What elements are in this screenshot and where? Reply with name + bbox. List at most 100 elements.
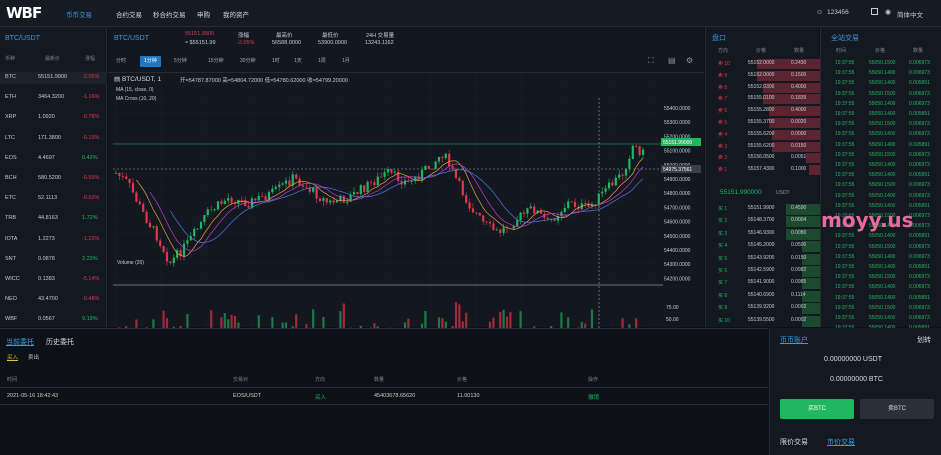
user-name[interactable]: 123456: [827, 9, 849, 16]
candle-body: [312, 187, 315, 192]
market-row[interactable]: ETC 52.1113 -0.92%: [0, 193, 107, 205]
interval-0[interactable]: 分时: [112, 56, 130, 67]
trade-price: 55050.1500: [869, 304, 896, 311]
market-row[interactable]: XRP 1.0920 -0.78%: [0, 112, 107, 124]
tab-current-orders[interactable]: 当前委托: [6, 337, 34, 347]
interval-5[interactable]: 1时: [268, 56, 284, 67]
market-row[interactable]: WBF 0.0567 9.19%: [0, 314, 107, 326]
interval-4[interactable]: 30分钟: [236, 56, 260, 67]
ask-row[interactable]: 卖 1 55157.4300 0.1000: [706, 165, 820, 176]
market-row[interactable]: NEO 43.4700 -0.48%: [0, 294, 107, 306]
ask-row[interactable]: 卖 9 55152.0000 0.1500: [706, 70, 820, 81]
market-coin: NEO: [5, 296, 17, 303]
ask-side: 卖 2: [718, 155, 728, 162]
bid-side: 买 3: [718, 230, 728, 237]
market-row[interactable]: WICC 0.1383 -5.14%: [0, 274, 107, 286]
candle-body: [247, 206, 250, 208]
tab-limit-trade[interactable]: 限价交易: [780, 437, 808, 447]
market-row[interactable]: SNT 0.0878 2.23%: [0, 254, 107, 266]
bid-row[interactable]: 买 1 55151.9900 0.4590: [706, 204, 820, 215]
trade-qty: 0.006973: [909, 162, 930, 168]
subtab-buy[interactable]: 买入: [7, 353, 18, 361]
logo[interactable]: WBF: [6, 4, 42, 22]
bid-row[interactable]: 买 4 55145.2000 0.0500: [706, 241, 820, 253]
ask-qty: 0.0150: [791, 142, 807, 149]
ask-side: 卖 1: [718, 167, 728, 174]
volume-bar: [257, 315, 260, 341]
ask-row[interactable]: 卖 6 55155.2800 0.4000: [706, 106, 820, 117]
interval-2[interactable]: 5分钟: [170, 56, 191, 67]
market-row[interactable]: LTC 171.3800 -0.19%: [0, 133, 107, 145]
subtab-sell[interactable]: 卖出: [28, 353, 39, 361]
ask-row[interactable]: 卖 2 55156.0500 0.0051: [706, 153, 820, 164]
account-panel: 币币账户 划转 0.00000000 USDT 0.00000000 BTC 买…: [769, 328, 941, 455]
tab-market-trade[interactable]: 市价交易: [827, 437, 855, 447]
candle-body: [352, 192, 356, 195]
tab-history-orders[interactable]: 历史委托: [46, 337, 74, 347]
ask-row[interactable]: 卖 7 55155.0100 0.1839: [706, 94, 820, 105]
trade-price: 55050.1500: [869, 151, 896, 158]
nav-assets[interactable]: 我的资产: [223, 9, 249, 19]
ask-row[interactable]: 卖 3 55155.6200 0.0150: [706, 141, 820, 152]
orders-panel: 当前委托 历史委托 买入 卖出 时间 交易对 方向 数量 价格 操作 2021-…: [0, 328, 768, 455]
interval-8[interactable]: 1月: [338, 56, 354, 67]
nav-contract[interactable]: 合约交易: [116, 9, 142, 19]
bid-row[interactable]: 买 9 55139.9200 0.0002: [706, 303, 820, 315]
ask-row[interactable]: 卖 8 55152.0300 0.4000: [706, 82, 820, 93]
gear-icon[interactable]: ⚙: [686, 56, 693, 65]
y-tick: 54500.0000: [664, 234, 691, 240]
market-change: -1.16%: [82, 94, 100, 101]
nav-second-contract[interactable]: 秒合约交易: [153, 9, 186, 19]
candle-body: [114, 172, 118, 174]
transfer-link[interactable]: 划转: [917, 335, 931, 345]
candlestick-chart[interactable]: 55400.000055300.000055200.000055100.0000…: [108, 73, 704, 353]
market-row[interactable]: TRB 44.8163 1.72%: [0, 213, 107, 225]
market-coin: WBF: [5, 316, 18, 323]
market-row[interactable]: IOTA 1.2273 -1.22%: [0, 234, 107, 246]
interval-6[interactable]: 1天: [290, 56, 306, 67]
market-price: 0.0878: [38, 255, 55, 262]
nav-subscribe[interactable]: 申购: [197, 9, 210, 19]
candle-body: [618, 174, 621, 178]
bid-row[interactable]: 买 3 55146.9300 0.0080: [706, 228, 820, 240]
interval-7[interactable]: 1周: [314, 56, 330, 67]
trade-row: 19:37:55 55050.1500 0.006973: [821, 181, 941, 191]
market-price: 4.4697: [38, 154, 55, 161]
fullscreen-icon[interactable]: ⛶: [648, 56, 654, 66]
bid-row[interactable]: 买 2 55148.3700 0.0004: [706, 216, 820, 228]
user-icon[interactable]: ☺: [816, 9, 823, 16]
ask-row[interactable]: 卖 4 55155.6200 0.0000: [706, 129, 820, 140]
language-select[interactable]: 简体中文: [897, 9, 923, 19]
trade-time: 19:37:55: [835, 70, 855, 77]
market-row[interactable]: ETH 3464.3200 -1.16%: [0, 92, 107, 104]
globe-icon[interactable]: ◉: [885, 8, 891, 16]
bid-row[interactable]: 买 5 55143.9200 0.0150: [706, 253, 820, 265]
bid-row[interactable]: 买 10 55139.5500 0.0002: [706, 315, 820, 327]
interval-3[interactable]: 15分钟: [204, 56, 228, 67]
candle-body: [220, 201, 223, 204]
printer-icon[interactable]: [871, 8, 878, 15]
nav-spot[interactable]: 币币交易: [66, 9, 92, 19]
tab-spot-account[interactable]: 币币账户: [780, 335, 808, 345]
trade-price: 55050.1400: [869, 172, 896, 179]
ask-side: 卖 5: [718, 120, 728, 126]
chart-type-icon[interactable]: ▤: [668, 56, 676, 65]
chart-area[interactable]: 55400.0000 55300.0000 55200.0000 55100.0000…: [108, 72, 704, 353]
market-row[interactable]: EOS 4.4697 0.42%: [0, 153, 107, 165]
market-row[interactable]: BTC 55151.9900 -2.05%: [0, 72, 107, 84]
pair-title[interactable]: BTC/USDT: [114, 35, 149, 42]
buy-btc-button[interactable]: 买BTC: [780, 399, 854, 419]
ask-row[interactable]: 卖 10 55152.0000 0.2430: [706, 59, 820, 69]
bid-row[interactable]: 买 6 55142.5900 0.0982: [706, 266, 820, 277]
bid-side: 买 8: [718, 292, 728, 299]
sell-btc-button[interactable]: 卖BTC: [860, 399, 934, 419]
order-book: 盘口 方向 价格 数量 卖 10 55152.0000 0.2430 卖 9 5…: [705, 27, 820, 327]
ask-row[interactable]: 卖 5 55155.3700 0.0020: [706, 118, 820, 128]
cancel-order-button[interactable]: 撤销: [588, 393, 599, 401]
trade-time: 19:37:55: [835, 192, 855, 199]
interval-1[interactable]: 1分钟: [140, 56, 161, 67]
market-row[interactable]: BCH 580.5200 -0.59%: [0, 173, 107, 185]
order-row: 2021-05-16 18:42:43 EOS/USDT 买入 45403678…: [0, 390, 768, 402]
bid-row[interactable]: 买 7 55141.9000 0.0985: [706, 278, 820, 290]
bid-row[interactable]: 买 8 55140.6900 0.1114: [706, 290, 820, 302]
